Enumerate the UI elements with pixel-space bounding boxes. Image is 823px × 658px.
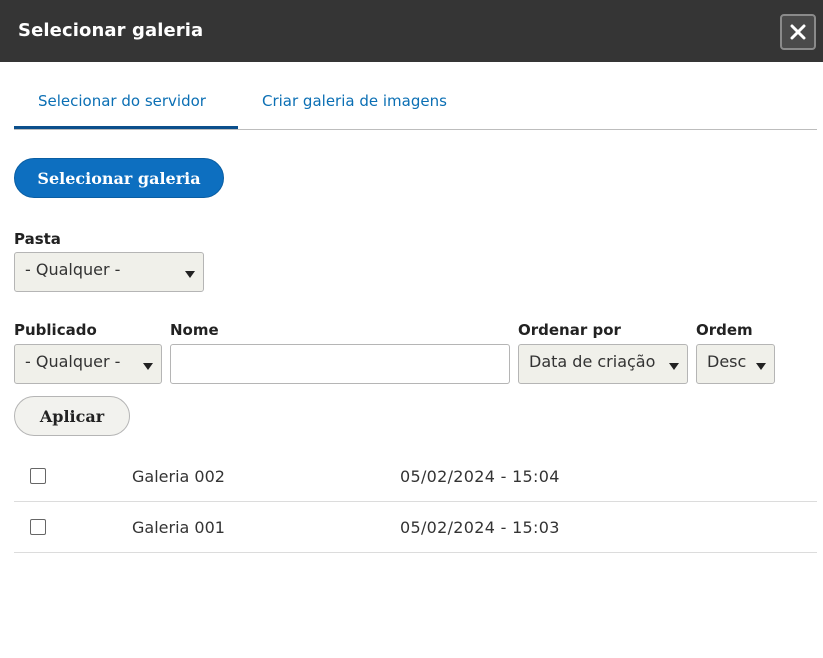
order-label: Ordem <box>696 321 753 339</box>
row-checkbox[interactable] <box>30 519 46 535</box>
chevron-down-icon <box>669 363 679 370</box>
select-gallery-button[interactable]: Selecionar galeria <box>14 158 224 198</box>
published-label: Publicado <box>14 321 97 339</box>
gallery-name: Galeria 001 <box>132 518 225 537</box>
row-checkbox[interactable] <box>30 468 46 484</box>
dialog-titlebar: Selecionar galeria <box>0 0 823 62</box>
order-select[interactable]: Desc <box>696 344 775 384</box>
chevron-down-icon <box>756 363 766 370</box>
gallery-date: 05/02/2024 - 15:03 <box>400 518 560 537</box>
apply-button[interactable]: Aplicar <box>14 396 130 436</box>
dialog-title: Selecionar galeria <box>18 20 204 41</box>
close-icon <box>790 24 806 40</box>
sort-by-label: Ordenar por <box>518 321 621 339</box>
tab-bar: Selecionar do servidor Criar galeria de … <box>14 62 817 130</box>
folder-label: Pasta <box>14 230 61 248</box>
table-row: Galeria 001 05/02/2024 - 15:03 <box>14 502 817 553</box>
published-select[interactable]: - Qualquer - <box>14 344 162 384</box>
chevron-down-icon <box>143 363 153 370</box>
sort-by-select[interactable]: Data de criação <box>518 344 688 384</box>
name-label: Nome <box>170 321 219 339</box>
chevron-down-icon <box>185 271 195 278</box>
order-select-value: Desc <box>707 352 747 371</box>
gallery-name: Galeria 002 <box>132 467 225 486</box>
published-select-value: - Qualquer - <box>25 352 121 371</box>
tab-select-from-server[interactable]: Selecionar do servidor <box>38 92 206 110</box>
active-tab-indicator <box>14 126 238 129</box>
folder-select[interactable]: - Qualquer - <box>14 252 204 292</box>
gallery-date: 05/02/2024 - 15:04 <box>400 467 560 486</box>
close-button[interactable] <box>780 14 816 50</box>
tab-create-gallery[interactable]: Criar galeria de imagens <box>262 92 447 110</box>
sort-by-select-value: Data de criação <box>529 352 656 371</box>
folder-select-value: - Qualquer - <box>25 260 121 279</box>
table-row: Galeria 002 05/02/2024 - 15:04 <box>14 451 817 502</box>
name-input[interactable] <box>170 344 510 384</box>
